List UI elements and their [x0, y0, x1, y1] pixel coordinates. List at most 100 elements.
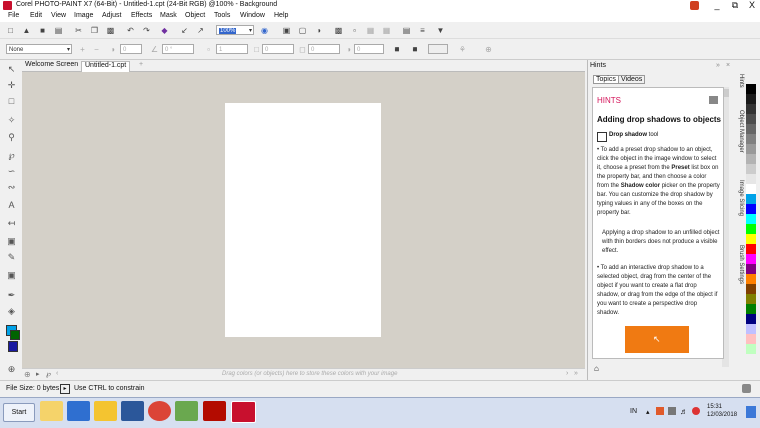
color-swatch[interactable]	[746, 314, 756, 324]
shadow-fade-field[interactable]: 0	[308, 44, 340, 54]
grid-icon[interactable]: ▦	[366, 26, 375, 35]
color-swatch[interactable]	[746, 114, 756, 124]
close-docker-icon[interactable]: ×	[726, 62, 730, 69]
color-swatch[interactable]	[746, 84, 756, 94]
color-swatch[interactable]	[746, 304, 756, 314]
show-mask-icon[interactable]: ▫	[350, 26, 359, 35]
zoom-level-field[interactable]: 100% ▾	[216, 25, 254, 35]
panel-icon[interactable]: ▼	[436, 26, 445, 35]
color-swatch[interactable]	[746, 224, 756, 234]
clock-date[interactable]: 12/03/2018	[707, 412, 737, 418]
add-preset-icon[interactable]: +	[78, 45, 87, 54]
menu-mask[interactable]: Mask	[160, 12, 177, 19]
shadow-offset-field[interactable]: 0	[120, 44, 142, 54]
shadow-opacity-field[interactable]: 1	[216, 44, 248, 54]
menu-effects[interactable]: Effects	[131, 12, 152, 19]
acrobat-icon[interactable]	[203, 401, 226, 421]
status-options-icon[interactable]	[742, 384, 751, 393]
smear-tool-icon[interactable]: ↤	[6, 218, 17, 229]
full-screen-icon[interactable]: ▣	[282, 26, 291, 35]
show-hidden-icons[interactable]: ▴	[646, 408, 650, 416]
shadow-angle-field[interactable]: 0 °	[162, 44, 194, 54]
hints-help-icon[interactable]	[709, 96, 718, 104]
cut-icon[interactable]: ✂	[74, 26, 83, 35]
pick-tool-icon[interactable]: ↖	[6, 64, 17, 75]
color-swatch[interactable]	[746, 134, 756, 144]
red-eye-icon[interactable]: ∽	[6, 166, 17, 177]
add-tool-icon[interactable]: ⊕	[6, 364, 17, 375]
close-button[interactable]: X	[743, 0, 760, 11]
zoom-tool-icon[interactable]: ⚲	[6, 132, 17, 143]
color-balance-icon[interactable]: ◑	[314, 26, 323, 35]
eyedropper-small-icon[interactable]: ℘	[46, 370, 51, 378]
shadow-stretch-field[interactable]: 0	[354, 44, 384, 54]
options-icon[interactable]: ▤	[402, 26, 411, 35]
tab-topics[interactable]: Topics	[593, 75, 619, 84]
print-icon[interactable]: ▤	[54, 26, 63, 35]
drop-shadow-tool-icon[interactable]: ▣	[6, 270, 17, 281]
side-tab-object-manager[interactable]: Object Manager	[733, 110, 744, 153]
tray-app-icon[interactable]	[656, 407, 664, 415]
color-swatch[interactable]	[746, 124, 756, 134]
language-indicator[interactable]: IN	[630, 408, 637, 415]
color-swatch[interactable]	[746, 164, 756, 174]
color-swatch[interactable]	[746, 234, 756, 244]
alert-icon[interactable]	[692, 407, 700, 415]
color-swatch[interactable]	[746, 174, 756, 184]
file-explorer-icon[interactable]	[40, 401, 63, 421]
user-icon[interactable]	[690, 1, 699, 10]
color-swatch[interactable]	[746, 154, 756, 164]
menu-adjust[interactable]: Adjust	[102, 12, 121, 19]
tab-videos[interactable]: Videos	[618, 75, 646, 84]
save-icon[interactable]: ■	[38, 26, 47, 35]
zoom-icon[interactable]: ◉	[260, 26, 269, 35]
color-swatch[interactable]	[746, 94, 756, 104]
photo-paint-icon[interactable]	[231, 401, 256, 423]
image-canvas[interactable]	[225, 103, 381, 337]
color-swatch[interactable]	[746, 244, 756, 254]
shadow-feather-direction-icon[interactable]: ◾	[392, 45, 402, 54]
snap-icon[interactable]: ≡	[418, 26, 427, 35]
color-swatch[interactable]	[746, 274, 756, 284]
guides-icon[interactable]: ▦	[382, 26, 391, 35]
menu-tools[interactable]: Tools	[214, 12, 230, 19]
chevron-down-icon[interactable]: ▾	[67, 45, 70, 55]
copy-icon[interactable]: ❐	[90, 26, 99, 35]
color-swatch[interactable]	[746, 184, 756, 194]
remove-preset-icon[interactable]: −	[92, 45, 101, 54]
network-icon[interactable]	[668, 407, 676, 415]
brush-tool-icon[interactable]: ✎	[6, 252, 17, 263]
color-swatch[interactable]	[746, 204, 756, 214]
shadow-feather-field[interactable]: 0	[262, 44, 294, 54]
tab-untitled-1[interactable]: Untitled-1.cpt	[81, 61, 131, 72]
scroll-left-icon[interactable]: ‹	[56, 370, 58, 377]
color-swatch[interactable]	[746, 344, 756, 354]
scroll-right-icon[interactable]: ›	[566, 370, 568, 377]
text-tool-icon[interactable]: A	[6, 200, 17, 211]
palette-options-icon[interactable]: ⊕	[24, 370, 31, 379]
chevron-down-icon[interactable]: ▾	[249, 26, 252, 36]
add-icon[interactable]: ⊕	[484, 45, 493, 54]
app-icon[interactable]	[3, 1, 12, 10]
transform-tool-icon[interactable]: ✛	[6, 80, 17, 91]
side-tab-hints[interactable]: Hints	[733, 74, 744, 88]
collapse-docker-icon[interactable]: »	[716, 62, 720, 69]
menu-view[interactable]: View	[51, 12, 66, 19]
rectangle-tool-icon[interactable]: ▣	[6, 236, 17, 247]
undo-icon[interactable]: ↶	[126, 26, 135, 35]
color-swatch[interactable]	[746, 104, 756, 114]
fill-color[interactable]	[8, 341, 18, 352]
menu-edit[interactable]: Edit	[30, 12, 42, 19]
volume-icon[interactable]: ♬	[680, 407, 688, 416]
paste-icon[interactable]: ▩	[106, 26, 115, 35]
color-swatch[interactable]	[746, 334, 756, 344]
new-icon[interactable]: □	[6, 26, 15, 35]
menu-object[interactable]: Object	[185, 12, 205, 19]
color-swatch[interactable]	[746, 284, 756, 294]
export-icon[interactable]: ↗	[196, 26, 205, 35]
side-tab-image-slicing[interactable]: Image Slicing	[733, 180, 744, 216]
rectangle-mask-icon[interactable]: □	[6, 96, 17, 107]
paint-icon[interactable]	[94, 401, 117, 421]
launcher-icon[interactable]: ◆	[160, 26, 169, 35]
menu-window[interactable]: Window	[240, 12, 265, 19]
